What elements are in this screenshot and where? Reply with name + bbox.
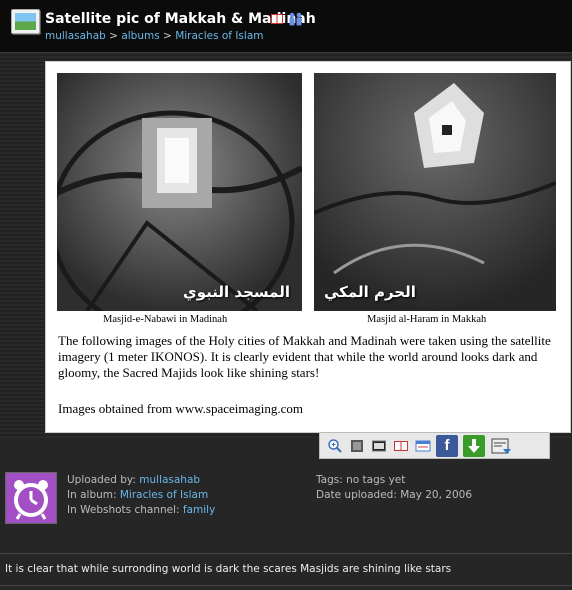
uploaded-by-link[interactable]: mullasahab xyxy=(139,474,200,486)
zoom-in-icon[interactable] xyxy=(326,437,343,454)
uploaded-by-label: Uploaded by: xyxy=(67,474,136,486)
channel-row: In Webshots channel: family xyxy=(67,503,215,518)
screen-icon[interactable] xyxy=(370,437,387,454)
people-icon[interactable] xyxy=(288,11,302,26)
main-photo[interactable]: المسجد النبوي الحرم المكي Masjid-e-Nabaw… xyxy=(45,61,571,433)
channel-link[interactable]: family xyxy=(183,504,215,516)
madinah-arabic-label: المسجد النبوي xyxy=(183,283,290,301)
photo-info: Tags: no tags yet Date uploaded: May 20,… xyxy=(316,473,472,503)
makkah-arabic-label: الحرم المكي xyxy=(324,283,416,301)
share-icon[interactable] xyxy=(490,435,512,457)
breadcrumb-albums-link[interactable]: albums xyxy=(121,30,159,42)
date-value: May 20, 2006 xyxy=(400,489,473,501)
breadcrumb-separator: > xyxy=(109,30,118,42)
album-link[interactable]: Miracles of Islam xyxy=(120,489,208,501)
madinah-satellite-image: المسجد النبوي xyxy=(57,73,302,311)
book-icon[interactable] xyxy=(392,437,409,454)
tags-row: Tags: no tags yet xyxy=(316,473,472,488)
breadcrumb-album-link[interactable]: Miracles of Islam xyxy=(175,30,263,42)
photo-source: Images obtained from www.spaceimaging.co… xyxy=(58,401,304,416)
channel-label: In Webshots channel: xyxy=(67,504,180,516)
uploaded-by-row: Uploaded by: mullasahab xyxy=(67,473,215,488)
album-label: In album: xyxy=(67,489,117,501)
header: Satellite pic of Makkah & Madinah mullas… xyxy=(0,0,572,53)
photo-toolbar: f xyxy=(319,432,550,459)
date-row: Date uploaded: May 20, 2006 xyxy=(316,488,472,503)
facebook-icon-label: f xyxy=(444,437,450,454)
tags-value: no tags yet xyxy=(346,474,406,486)
avatar[interactable] xyxy=(5,472,57,524)
breadcrumb-user-link[interactable]: mullasahab xyxy=(45,30,106,42)
breadcrumb-separator: > xyxy=(163,30,172,42)
download-icon[interactable] xyxy=(463,434,485,457)
title-icons xyxy=(270,11,302,26)
facebook-icon[interactable]: f xyxy=(436,434,458,457)
album-row: In album: Miracles of Islam xyxy=(67,488,215,503)
divider xyxy=(0,585,572,586)
date-label: Date uploaded: xyxy=(316,489,397,501)
makkah-caption: Masjid al-Haram in Makkah xyxy=(367,314,487,325)
album-icon xyxy=(11,9,40,34)
tags-label: Tags: xyxy=(316,474,343,486)
makkah-satellite-image: الحرم المكي xyxy=(314,73,556,311)
slideshow-icon[interactable] xyxy=(348,437,365,454)
madinah-caption: Masjid-e-Nabawi in Madinah xyxy=(103,314,228,325)
book-icon[interactable] xyxy=(270,11,284,25)
photo-comment: It is clear that while surronding world … xyxy=(5,563,452,575)
card-icon[interactable] xyxy=(414,437,431,454)
uploader-info: Uploaded by: mullasahab In album: Miracl… xyxy=(67,473,215,518)
breadcrumb: mullasahab > albums > Miracles of Islam xyxy=(45,30,263,42)
divider xyxy=(0,553,572,554)
photo-description: The following images of the Holy cities … xyxy=(58,333,551,380)
